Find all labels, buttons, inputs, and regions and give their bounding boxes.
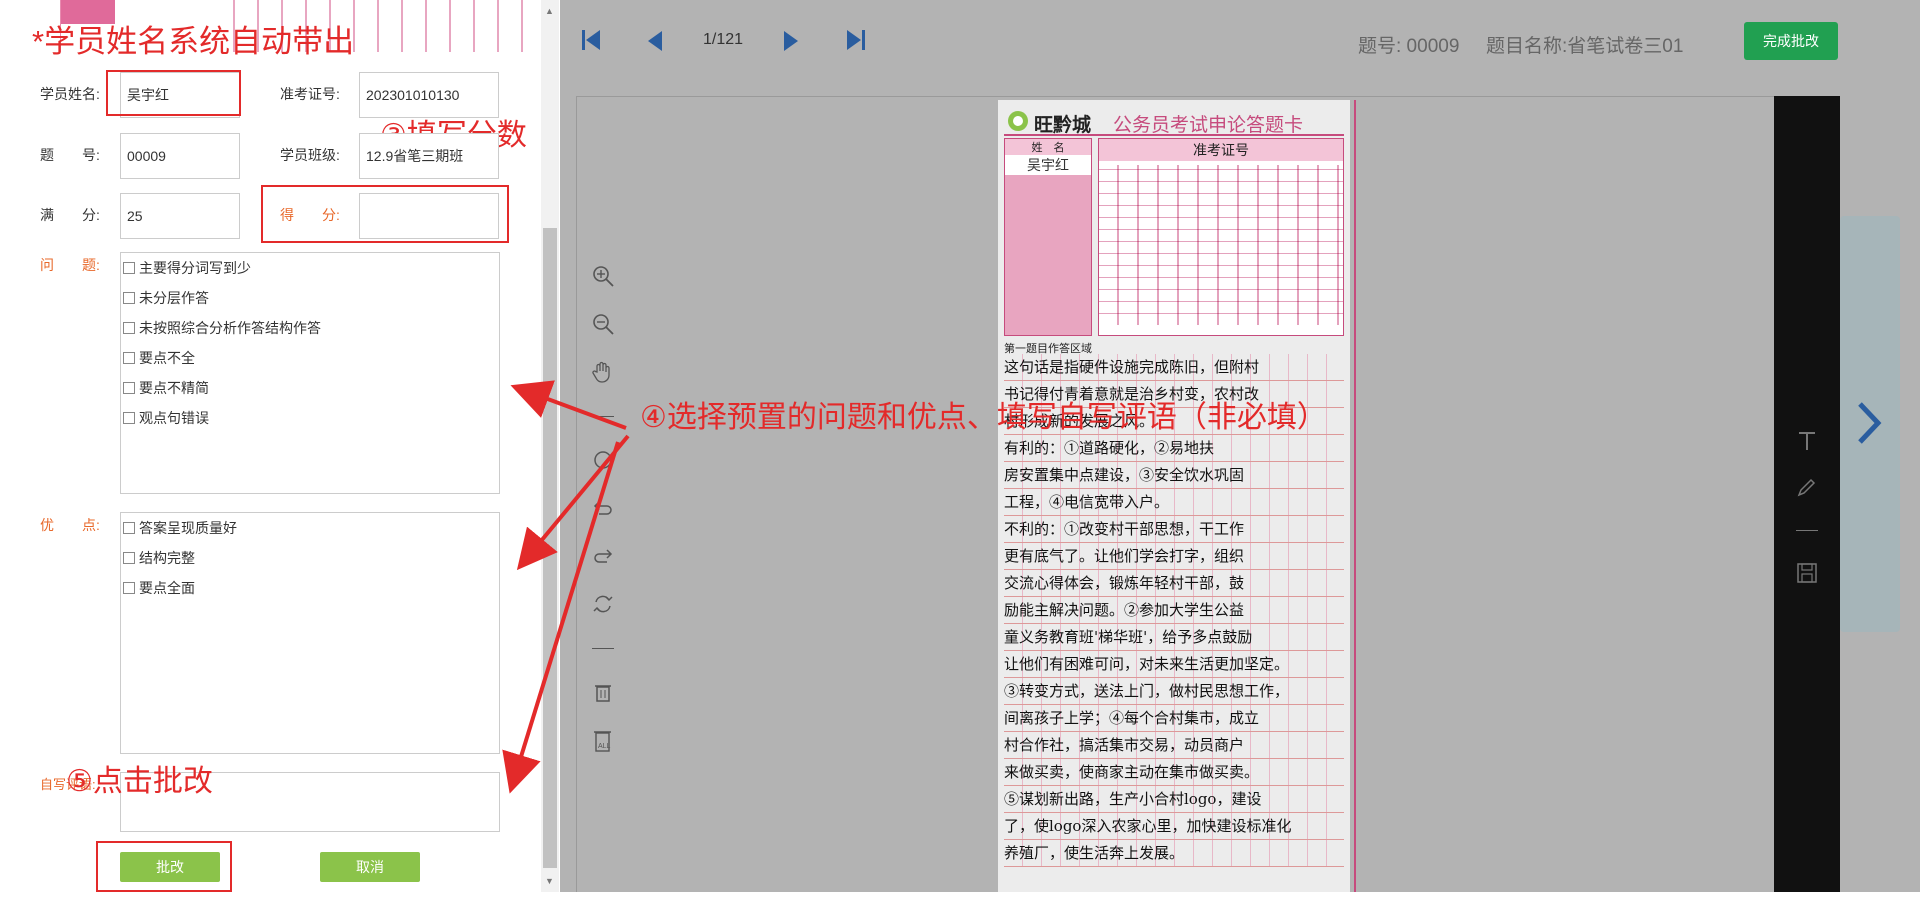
answer-line: 房安置集中点建设，③安全饮水巩固	[1004, 462, 1344, 489]
class-label: 学员班级:	[280, 147, 340, 163]
full-score-label: 满 分:	[40, 207, 100, 223]
last-page-icon[interactable]	[845, 28, 867, 57]
question-name-text: 题目名称:省笔试卷三01	[1486, 36, 1684, 57]
answer-line: 村合作社，搞活集市交易，动员商户	[1004, 732, 1344, 759]
answer-line: 让他们有困难可问，对未来生活更加坚定。	[1004, 651, 1344, 678]
delete-icon[interactable]	[591, 680, 615, 704]
hand-pan-icon[interactable]	[591, 360, 615, 384]
grading-form-panel: *学员姓名系统自动带出 学员姓名: 吴宇红 准考证号: 202301010130…	[0, 0, 560, 892]
checkbox-icon[interactable]	[123, 262, 135, 274]
answer-sheet-image: 旺黔城 公务员考试申论答题卡 姓 名 吴宇红 准考证号 第一题目作答区域 这句话…	[998, 100, 1356, 892]
checkbox-icon[interactable]	[123, 412, 135, 424]
scroll-up-arrow-icon[interactable]: ▲	[545, 6, 554, 16]
class-field[interactable]: 12.9省笔三期班	[359, 133, 499, 179]
sheet-title: 公务员考试申论答题卡	[1113, 115, 1304, 136]
highlight-score	[261, 185, 509, 243]
question-no-label: 题 号:	[40, 147, 100, 163]
tool-divider	[1796, 530, 1818, 531]
problem-option[interactable]: 观点句错误	[121, 403, 499, 433]
merits-list: 答案呈现质量好 结构完整 要点全面	[120, 512, 500, 754]
merit-option[interactable]: 结构完整	[121, 543, 499, 573]
next-page-icon[interactable]	[782, 30, 800, 57]
checkbox-icon[interactable]	[123, 382, 135, 394]
answer-line: 工程，④电信宽带入户。	[1004, 489, 1344, 516]
annotation-select-options: ④选择预置的问题和优点、填写自写评语（非必填）	[640, 401, 1327, 434]
full-score-field[interactable]: 25	[120, 193, 240, 239]
pen-tool-icon[interactable]	[1796, 476, 1818, 503]
prev-page-icon[interactable]	[646, 30, 664, 57]
merits-label: 优 点:	[40, 517, 100, 533]
answer-line: 养殖厂，使生活奔上发展。	[1004, 840, 1344, 867]
checkbox-icon[interactable]	[123, 322, 135, 334]
name-block: 姓 名 吴宇红	[1004, 138, 1092, 336]
annotation-auto-name: *学员姓名系统自动带出	[32, 24, 355, 59]
question-no-field[interactable]: 00009	[120, 133, 240, 179]
next-student-arrow-icon[interactable]	[1856, 400, 1884, 451]
problem-option[interactable]: 未按照综合分析作答结构作答	[121, 313, 499, 343]
undo-icon[interactable]	[591, 496, 615, 520]
scroll-down-arrow-icon[interactable]: ▼	[545, 876, 554, 886]
problem-option[interactable]: 要点不精简	[121, 373, 499, 403]
student-name-label: 学员姓名:	[40, 86, 100, 102]
first-page-icon[interactable]	[580, 28, 602, 57]
cancel-button[interactable]: 取消	[320, 852, 420, 882]
toolbar-divider	[592, 648, 614, 649]
checkbox-icon[interactable]	[123, 552, 135, 564]
save-icon[interactable]	[1796, 562, 1818, 589]
svg-text:ALL: ALL	[598, 743, 611, 750]
question-number-text: 题号: 00009	[1358, 36, 1460, 57]
exam-number-grid: 准考证号	[1098, 138, 1344, 336]
annotation-click-grade: ⑤点击批改	[66, 765, 213, 798]
problems-label: 问 题:	[40, 257, 100, 273]
merit-option[interactable]: 答案呈现质量好	[121, 513, 499, 543]
merit-option[interactable]: 要点全面	[121, 573, 499, 603]
checkbox-icon[interactable]	[123, 292, 135, 304]
text-tool-icon[interactable]	[1796, 430, 1818, 457]
answer-line: 童义务教育班'梯华班'，给予多点鼓励	[1004, 624, 1344, 651]
sheet-right-border	[1354, 100, 1356, 892]
exam-no-label: 准考证号:	[280, 86, 340, 102]
page-indicator: 1/121	[703, 31, 744, 48]
answer-line: 来做买卖，使商家主动在集市做买卖。	[1004, 759, 1344, 786]
answer-line: 这句话是指硬件设施完成陈旧，但附村	[1004, 354, 1344, 381]
checkbox-icon[interactable]	[123, 582, 135, 594]
answer-line: 交流心得体会，锻炼年轻村干部，鼓	[1004, 570, 1344, 597]
viewer-header	[560, 0, 1920, 80]
answer-line: 不利的：①改变村干部思想，干工作	[1004, 516, 1344, 543]
answer-line: 励能主解决问题。②参加大学生公益	[1004, 597, 1344, 624]
answer-line: ③转变方式，送法上门，做村民思想工作，	[1004, 678, 1344, 705]
highlight-submit	[96, 841, 232, 892]
problem-option[interactable]: 要点不全	[121, 343, 499, 373]
answer-line: 有利的：①道路硬化，②易地扶	[1004, 435, 1344, 462]
refresh-icon[interactable]	[591, 592, 615, 616]
problem-option[interactable]: 未分层作答	[121, 283, 499, 313]
answer-line: 间离孩子上学；④每个合村集市，成立	[1004, 705, 1344, 732]
zoom-in-icon[interactable]	[591, 264, 615, 288]
problems-list: 主要得分词写到少 未分层作答 未按照综合分析作答结构作答 要点不全 要点不精简 …	[120, 252, 500, 494]
checkbox-icon[interactable]	[123, 522, 135, 534]
highlight-student-name	[106, 70, 241, 116]
answer-line: 更有底气了。让他们学会打字，组织	[1004, 543, 1344, 570]
answer-line: 了，使logo深入农家心里，加快建设标准化	[1004, 813, 1344, 840]
finish-grading-button[interactable]: 完成批改	[1744, 22, 1838, 60]
sheet-top-line	[1004, 134, 1344, 136]
answer-line: ⑤谋划新出路，生产小合村logo，建设	[1004, 786, 1344, 813]
checkbox-icon[interactable]	[123, 352, 135, 364]
scrollbar-thumb[interactable]	[543, 228, 557, 868]
rotate-icon[interactable]	[591, 448, 615, 472]
problem-option[interactable]: 主要得分词写到少	[121, 253, 499, 283]
delete-all-icon[interactable]: ALL	[591, 728, 615, 752]
redo-icon[interactable]	[591, 544, 615, 568]
toolbar-divider	[592, 416, 614, 417]
brand-logo: 旺黔城	[1006, 108, 1096, 136]
zoom-out-icon[interactable]	[591, 312, 615, 336]
